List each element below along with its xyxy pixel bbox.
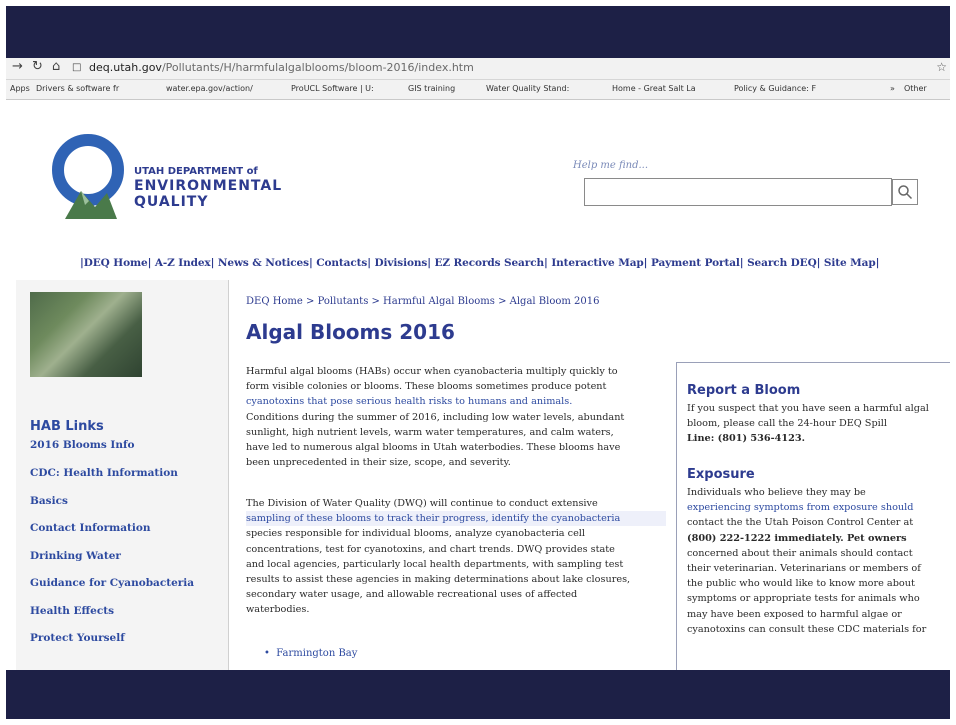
left-sidebar: HAB Links 2016 Blooms Info CDC: Health I…: [16, 280, 229, 670]
exposure-line: symptoms or appropriate tests for animal…: [687, 593, 920, 605]
sidebar-link-contact[interactable]: Contact Information: [30, 522, 151, 534]
bullet-label: Farmington Bay: [276, 648, 358, 659]
site-search-input[interactable]: [584, 178, 892, 206]
nav-news-notices[interactable]: News & Notices: [218, 257, 309, 269]
help-me-find-label: Help me find...: [573, 160, 649, 171]
nav-contacts[interactable]: Contacts: [316, 257, 367, 269]
nav-divisions[interactable]: Divisions: [375, 257, 428, 269]
intro-line: Conditions during the summer of 2016, in…: [246, 411, 625, 423]
dwq-line: waterbodies.: [246, 604, 310, 616]
dwq-line: concentrations, test for cyanotoxins, an…: [246, 543, 615, 555]
url-path: /Pollutants/H/harmfulalgalblooms/bloom-2…: [161, 61, 474, 74]
nav-interactive-map[interactable]: Interactive Map: [551, 257, 643, 269]
nav-deq-home[interactable]: DEQ Home: [84, 257, 148, 269]
org-name: UTAH DEPARTMENT of ENVIRONMENTAL QUALITY: [134, 166, 282, 210]
top-navigation: |DEQ Home| A-Z Index| News & Notices| Co…: [80, 257, 880, 269]
breadcrumb[interactable]: DEQ Home > Pollutants > Harmful Algal Bl…: [246, 296, 599, 307]
sidebar-link-drinking-water[interactable]: Drinking Water: [30, 550, 121, 562]
address-bar: → ↻ ⌂ □ deq.utah.gov/Pollutants/H/harmfu…: [6, 58, 950, 80]
bookmark-gis-training[interactable]: GIS training: [408, 84, 455, 93]
window-top-bar: [6, 6, 950, 58]
hab-links-title: HAB Links: [30, 419, 104, 434]
nav-ez-records[interactable]: EZ Records Search: [435, 257, 545, 269]
bookmark-great-salt-lake[interactable]: Home - Great Salt La: [612, 84, 696, 93]
bullet-dot-icon: •: [264, 648, 277, 659]
intro-line: form visible colonies or blooms. These b…: [246, 381, 607, 393]
dwq-line: species responsible for individual bloom…: [246, 528, 586, 540]
intro-line-cyanotoxins-link[interactable]: cyanotoxins that pose serious health ris…: [246, 394, 666, 409]
report-bloom-text: If you suspect that you have seen a harm…: [687, 401, 947, 447]
home-icon[interactable]: ⌂: [52, 59, 60, 74]
intro-line: been unprecedented in their size, scope,…: [246, 457, 511, 469]
dwq-line-track-progress-link[interactable]: sampling of these blooms to track their …: [246, 511, 666, 527]
report-line-spill-phone: Line: (801) 536-4123.: [687, 433, 805, 445]
sidebar-link-cdc-health[interactable]: CDC: Health Information: [30, 467, 178, 479]
nav-search-deq[interactable]: Search DEQ: [747, 257, 817, 269]
sidebar-link-protect-yourself[interactable]: Protect Yourself: [30, 632, 125, 644]
sidebar-link-basics[interactable]: Basics: [30, 495, 68, 507]
back-arrow-icon[interactable]: →: [12, 59, 23, 74]
reload-icon[interactable]: ↻: [32, 59, 43, 74]
sidebar-link-health-effects[interactable]: Health Effects: [30, 605, 114, 617]
page-icon: □: [72, 62, 82, 73]
intro-paragraph: Harmful algal blooms (HABs) occur when c…: [246, 364, 666, 470]
dwq-paragraph: The Division of Water Quality (DWQ) will…: [246, 496, 666, 618]
nav-payment-portal[interactable]: Payment Portal: [651, 257, 740, 269]
exposure-line: cyanotoxins can consult these CDC materi…: [687, 623, 927, 635]
exposure-line: their veterinarian. Veterinarians or mem…: [687, 563, 921, 575]
bookmarks-bar: Apps Drivers & software fr water.epa.gov…: [6, 80, 950, 100]
exposure-line-poison-phone: (800) 222-1222 immediately. Pet owners: [687, 532, 907, 544]
org-name-line2: ENVIRONMENTAL: [134, 177, 283, 194]
exposure-title: Exposure: [687, 467, 755, 482]
exposure-line: may have been exposed to harmful algae o…: [687, 608, 902, 620]
search-icon: [898, 185, 913, 200]
bookmark-apps[interactable]: Apps: [10, 84, 30, 93]
nav-a-z-index[interactable]: A-Z Index: [155, 257, 211, 269]
intro-line: sunlight, high nutrient levels, warm wat…: [246, 426, 614, 438]
report-exposure-box: Report a Bloom If you suspect that you h…: [676, 362, 950, 670]
url-host: deq.utah.gov: [89, 61, 162, 74]
bookmark-water-epa[interactable]: water.epa.gov/action/: [166, 84, 253, 93]
exposure-line: the public who would like to know more a…: [687, 578, 915, 590]
dwq-line: and local agencies, particularly local h…: [246, 558, 624, 570]
url-field[interactable]: deq.utah.gov/Pollutants/H/harmfulalgalbl…: [89, 61, 474, 74]
nav-site-map[interactable]: Site Map: [824, 257, 876, 269]
org-name-line1: UTAH DEPARTMENT of: [134, 166, 258, 177]
exposure-line: contact the the Utah Poison Control Cent…: [687, 517, 914, 529]
intro-line: have led to numerous algal blooms in Uta…: [246, 442, 621, 454]
web-page: UTAH DEPARTMENT of ENVIRONMENTAL QUALITY…: [6, 100, 950, 670]
bookmarks-overflow[interactable]: »: [890, 84, 895, 93]
report-line: bloom, please call the 24-hour DEQ Spill: [687, 418, 887, 430]
sidebar-link-2016-blooms[interactable]: 2016 Blooms Info: [30, 439, 135, 451]
page-title: Algal Blooms 2016: [246, 320, 455, 344]
search-button[interactable]: [892, 179, 918, 205]
bookmark-water-quality[interactable]: Water Quality Stand:: [486, 84, 569, 93]
exposure-line-symptoms-link[interactable]: experiencing symptoms from exposure shou…: [687, 500, 947, 515]
report-bloom-title: Report a Bloom: [687, 383, 801, 398]
dwq-line: results to assist these agencies in maki…: [246, 574, 631, 586]
window-bottom-bar: [6, 670, 950, 719]
report-line: If you suspect that you have seen a harm…: [687, 403, 929, 414]
bullet-farmington-bay[interactable]: • Farmington Bay: [264, 648, 357, 659]
bookmark-other[interactable]: Other: [904, 84, 927, 93]
sidebar-link-guidance[interactable]: Guidance for Cyanobacteria: [30, 577, 194, 589]
exposure-text: Individuals who believe they may be expe…: [687, 485, 947, 637]
bookmark-star-icon[interactable]: ☆: [936, 60, 947, 74]
dwq-line: The Division of Water Quality (DWQ) will…: [246, 498, 598, 509]
org-name-line3: QUALITY: [134, 193, 209, 210]
bookmark-drivers[interactable]: Drivers & software fr: [36, 84, 119, 93]
exposure-line: Individuals who believe they may be: [687, 487, 866, 498]
exposure-line: concerned about their animals should con…: [687, 547, 913, 559]
bookmark-proucl[interactable]: ProUCL Software | U:: [291, 84, 374, 93]
bookmark-policy-guidance[interactable]: Policy & Guidance: F: [734, 84, 816, 93]
intro-line: Harmful algal blooms (HABs) occur when c…: [246, 366, 618, 377]
deq-logo-icon: [52, 134, 124, 219]
algal-bloom-photo: [30, 292, 142, 377]
dwq-line: secondary water usage, and allowable rec…: [246, 589, 578, 601]
screen: → ↻ ⌂ □ deq.utah.gov/Pollutants/H/harmfu…: [6, 6, 950, 719]
